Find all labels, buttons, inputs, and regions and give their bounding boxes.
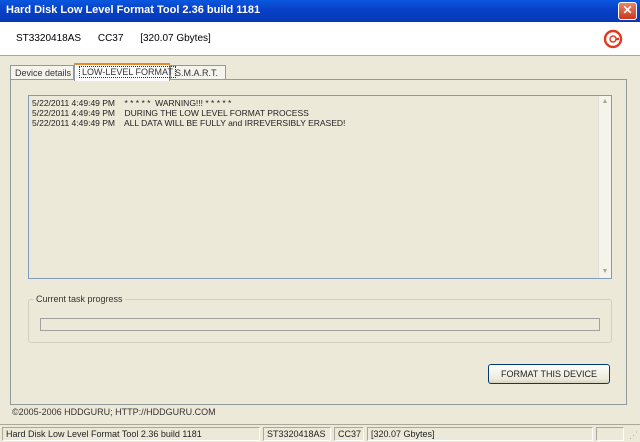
status-empty bbox=[596, 427, 624, 441]
title-bar[interactable]: Hard Disk Low Level Format Tool 2.36 bui… bbox=[0, 0, 640, 22]
resize-grip-icon[interactable]: ⋰ bbox=[627, 430, 638, 441]
tab-label: S.M.A.R.T. bbox=[175, 68, 219, 78]
status-bar: Hard Disk Low Level Format Tool 2.36 bui… bbox=[0, 424, 640, 442]
scroll-down-icon[interactable]: ▼ bbox=[599, 266, 611, 278]
scroll-up-icon[interactable]: ▲ bbox=[599, 96, 611, 108]
close-icon: ✕ bbox=[622, 3, 633, 17]
progress-group: Current task progress bbox=[28, 294, 612, 343]
log-line: 5/22/2011 4:49:49 PM * * * * * WARNING!!… bbox=[32, 98, 232, 108]
log-lines: 5/22/2011 4:49:49 PM * * * * * WARNING!!… bbox=[32, 98, 592, 128]
status-model: ST3320418AS bbox=[263, 427, 331, 441]
tab-label: Device details bbox=[15, 68, 72, 78]
log-box[interactable]: 5/22/2011 4:49:49 PM * * * * * WARNING!!… bbox=[28, 95, 612, 279]
tab-low-level-format[interactable]: LOW-LEVEL FORMAT bbox=[74, 63, 176, 81]
device-model: ST3320418AS bbox=[16, 33, 82, 44]
window-title: Hard Disk Low Level Format Tool 2.36 bui… bbox=[6, 4, 261, 16]
log-line: 5/22/2011 4:49:49 PM DURING THE LOW LEVE… bbox=[32, 108, 309, 118]
tab-device-details[interactable]: Device details bbox=[10, 65, 74, 80]
copyright-text: ©2005-2006 HDDGURU; HTTP://HDDGURU.COM bbox=[12, 407, 216, 417]
log-scrollbar[interactable]: ▲ ▼ bbox=[598, 96, 611, 278]
device-info: ST3320418AS CC37 [320.07 Gbytes] bbox=[16, 33, 225, 44]
device-header: ST3320418AS CC37 [320.07 Gbytes] bbox=[0, 22, 640, 56]
hddguru-logo-icon[interactable] bbox=[603, 29, 623, 49]
status-app: Hard Disk Low Level Format Tool 2.36 bui… bbox=[2, 427, 260, 441]
close-button[interactable]: ✕ bbox=[618, 2, 637, 20]
device-firmware: CC37 bbox=[97, 33, 124, 44]
status-firmware: CC37 bbox=[334, 427, 364, 441]
progress-label: Current task progress bbox=[34, 294, 125, 304]
status-capacity: [320.07 Gbytes] bbox=[367, 427, 593, 441]
progress-bar bbox=[40, 318, 600, 331]
device-capacity: [320.07 Gbytes] bbox=[140, 33, 211, 44]
tab-label: LOW-LEVEL FORMAT bbox=[79, 66, 176, 78]
log-line: 5/22/2011 4:49:49 PM ALL DATA WILL BE FU… bbox=[32, 118, 346, 128]
tab-smart[interactable]: S.M.A.R.T. bbox=[170, 65, 226, 80]
format-device-button[interactable]: FORMAT THIS DEVICE bbox=[488, 364, 610, 384]
